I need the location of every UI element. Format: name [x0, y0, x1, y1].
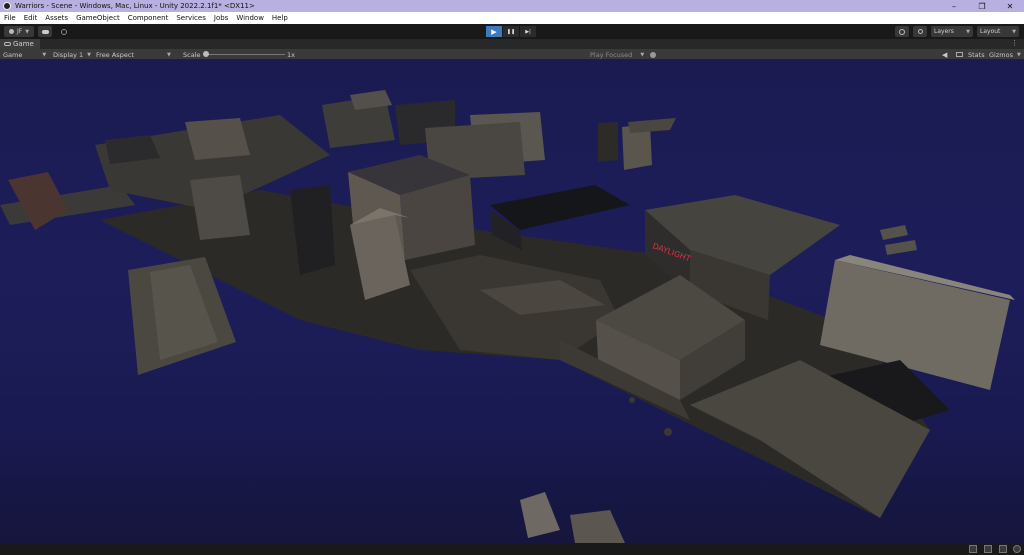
- menu-component[interactable]: Component: [124, 14, 173, 22]
- search-icon: [917, 29, 923, 34]
- history-icon: [899, 28, 905, 35]
- debris-object: [664, 428, 672, 436]
- collab-icon: [61, 28, 67, 35]
- pause-button[interactable]: ❚❚: [503, 26, 519, 37]
- play-focused-label: Play Focused: [590, 50, 633, 59]
- game-view-toolbar: Game ▼ Display 1 ▼ Free Aspect ▼ Scale 1…: [0, 49, 1024, 60]
- layers-dropdown[interactable]: Layers ▼: [931, 26, 973, 37]
- close-button[interactable]: ✕: [996, 0, 1024, 12]
- step-button[interactable]: ▶|: [520, 26, 536, 37]
- layout-dropdown[interactable]: Layout ▼: [977, 26, 1019, 37]
- status-bar: [0, 543, 1024, 555]
- monitor-icon: [956, 52, 963, 57]
- chevron-down-icon: ▼: [640, 51, 645, 58]
- collab-button[interactable]: [57, 26, 71, 37]
- chevron-down-icon: ▼: [166, 51, 171, 58]
- mode-label: Game: [3, 50, 23, 59]
- menu-services[interactable]: Services: [172, 14, 210, 22]
- mute-audio-button[interactable]: [650, 49, 656, 60]
- cloud-button[interactable]: [38, 26, 52, 37]
- menu-file[interactable]: File: [0, 14, 20, 22]
- account-dropdown[interactable]: JF ▼: [4, 26, 34, 37]
- building-grey-block: [190, 175, 250, 240]
- scale-slider-handle[interactable]: [203, 51, 209, 57]
- mute-audio-toggle[interactable]: ◀: [942, 49, 947, 60]
- cache-icon[interactable]: [984, 545, 992, 553]
- display-label: Display 1: [53, 50, 84, 59]
- floating-roof: [628, 118, 676, 133]
- gamepad-icon: [4, 42, 11, 46]
- account-label: JF: [16, 28, 23, 35]
- minimize-button[interactable]: –: [940, 0, 968, 12]
- building-tan-left: [185, 118, 250, 160]
- speaker-icon: ◀: [942, 50, 948, 59]
- debris-bottom-2: [570, 510, 625, 543]
- search-button[interactable]: [913, 26, 927, 37]
- tab-game-label: Game: [13, 40, 34, 48]
- mode-dropdown[interactable]: Game ▼: [3, 49, 47, 60]
- stats-button[interactable]: Stats: [968, 49, 985, 60]
- floating-rail: [885, 240, 917, 255]
- unity-logo-icon: [3, 2, 11, 10]
- layout-icon[interactable]: [969, 545, 977, 553]
- floating-building-1: [598, 122, 618, 162]
- play-focused-dropdown[interactable]: Play Focused ▼: [590, 49, 644, 60]
- display-stats-toggle[interactable]: [956, 49, 963, 60]
- menu-gameobject[interactable]: GameObject: [72, 14, 124, 22]
- scale-label: Scale: [183, 50, 201, 59]
- bake-icon[interactable]: [999, 545, 1007, 553]
- scale-slider-track[interactable]: [205, 54, 285, 55]
- window-controls: – ❐ ✕: [940, 0, 1024, 12]
- menu-help[interactable]: Help: [268, 14, 292, 22]
- chevron-down-icon: ▼: [966, 28, 970, 35]
- aspect-dropdown[interactable]: Free Aspect ▼: [96, 49, 178, 60]
- tab-game[interactable]: Game: [0, 39, 40, 49]
- gizmos-label: Gizmos: [989, 50, 1013, 59]
- game-viewport[interactable]: DAYLIGHT: [0, 60, 1024, 543]
- maximize-button[interactable]: ❐: [968, 0, 996, 12]
- debris-object: [629, 397, 635, 403]
- gizmos-dropdown[interactable]: Gizmos ▼: [989, 49, 1021, 60]
- play-controls: ▶ ❚❚ ▶|: [486, 26, 537, 37]
- aspect-label: Free Aspect: [96, 50, 134, 59]
- history-button[interactable]: [895, 26, 909, 37]
- layout-label: Layout: [980, 28, 1001, 35]
- bug-icon: [650, 51, 656, 58]
- progress-icon[interactable]: [1013, 545, 1021, 553]
- menu-assets[interactable]: Assets: [41, 14, 72, 22]
- menu-window[interactable]: Window: [232, 14, 268, 22]
- tab-strip: Game ⋮: [0, 39, 1024, 49]
- main-toolbar: JF ▼ ▶ ❚❚ ▶| Layers ▼ Layout ▼: [0, 24, 1024, 39]
- gas-station-canopy: [490, 185, 630, 230]
- display-dropdown[interactable]: Display 1 ▼: [53, 49, 93, 60]
- debris-bottom-1: [520, 492, 560, 538]
- title-bar: Warriors - Scene - Windows, Mac, Linux -…: [0, 0, 1024, 12]
- chevron-down-icon: ▼: [1016, 51, 1021, 58]
- kebab-menu-icon[interactable]: ⋮: [1011, 39, 1018, 47]
- menu-edit[interactable]: Edit: [20, 14, 42, 22]
- chevron-down-icon: ▼: [42, 51, 47, 58]
- menu-bar: File Edit Assets GameObject Component Se…: [0, 12, 1024, 24]
- floating-rail: [880, 225, 908, 240]
- menu-jobs[interactable]: Jobs: [210, 14, 232, 22]
- cloud-icon: [41, 29, 49, 34]
- scale-value: 1x: [287, 50, 295, 59]
- account-icon: [8, 29, 14, 34]
- chevron-down-icon: ▼: [87, 51, 92, 58]
- layers-label: Layers: [934, 28, 954, 35]
- window-title: Warriors - Scene - Windows, Mac, Linux -…: [15, 2, 255, 10]
- chevron-down-icon: ▼: [1012, 28, 1016, 35]
- play-button[interactable]: ▶: [486, 26, 502, 37]
- city-scene: DAYLIGHT: [0, 90, 1015, 543]
